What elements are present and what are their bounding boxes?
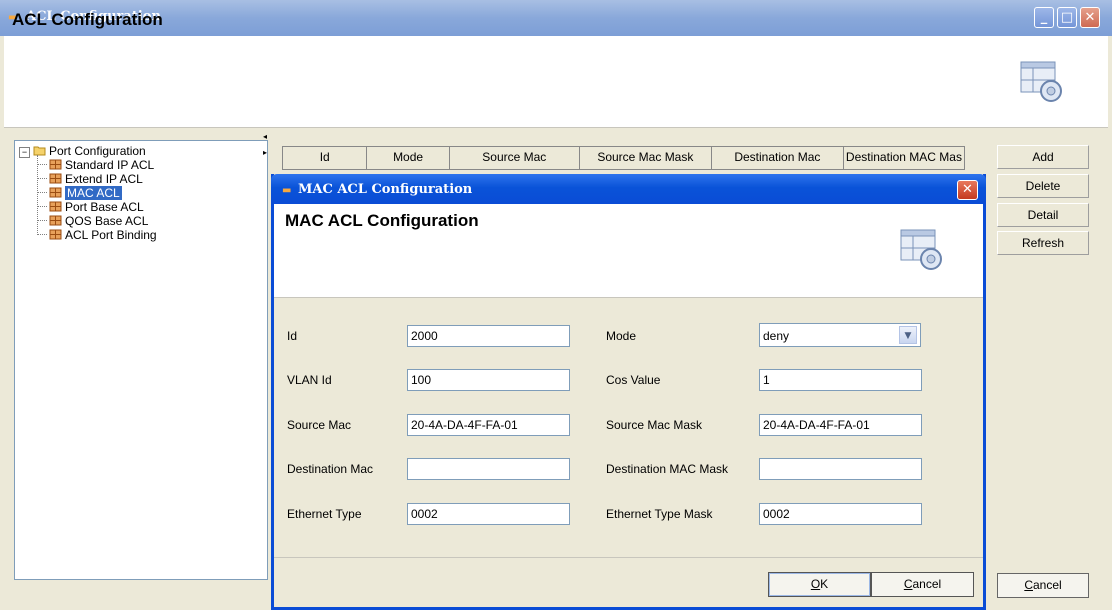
tree-connector bbox=[37, 206, 47, 207]
ok-mnemonic: O bbox=[810, 577, 821, 591]
tree-connector bbox=[37, 220, 47, 221]
tree-vertical-connector bbox=[37, 155, 38, 235]
tree-item-label: MAC ACL bbox=[65, 186, 122, 200]
collapse-icon[interactable]: − bbox=[19, 147, 30, 158]
tree-item-label: Extend IP ACL bbox=[65, 172, 143, 186]
refresh-button[interactable]: Refresh bbox=[997, 231, 1089, 255]
dialog-cancel-label: ancel bbox=[912, 577, 942, 591]
minimize-icon[interactable]: _ bbox=[1034, 7, 1054, 28]
delete-button[interactable]: Delete bbox=[997, 174, 1089, 198]
cancel-button[interactable]: Cancel bbox=[997, 573, 1089, 598]
tree-item-label: ACL Port Binding bbox=[65, 228, 157, 242]
id-input[interactable] bbox=[411, 326, 566, 346]
id-field[interactable] bbox=[407, 325, 570, 347]
dialog-app-icon: ▬ bbox=[282, 185, 292, 196]
ok-label: K bbox=[820, 577, 829, 591]
page-title: ACL Configuration bbox=[12, 10, 163, 29]
ethernet-type-mask-field[interactable] bbox=[759, 503, 922, 525]
cos-value-input[interactable] bbox=[763, 370, 918, 390]
source-mac-mask-label: Source Mac Mask bbox=[606, 418, 703, 432]
tree-connector bbox=[37, 234, 47, 235]
mode-label: Mode bbox=[606, 329, 637, 343]
tree-connector bbox=[37, 178, 47, 179]
ethernet-type-mask-label: Ethernet Type Mask bbox=[606, 507, 713, 521]
table-header-row: Id Mode Source Mac Source Mac Mask Destinati… bbox=[282, 146, 965, 170]
column-header[interactable]: Mode bbox=[367, 147, 450, 169]
source-mac-input[interactable] bbox=[411, 415, 566, 435]
destination-mac-mask-field[interactable] bbox=[759, 458, 922, 480]
tree-item[interactable]: Port Base ACL bbox=[37, 200, 144, 214]
tree-item[interactable]: Extend IP ACL bbox=[37, 172, 143, 186]
column-header[interactable]: Source Mac Mask bbox=[580, 147, 712, 169]
ethernet-type-mask-input[interactable] bbox=[763, 504, 918, 524]
close-window-icon[interactable]: ✕ bbox=[1080, 7, 1100, 28]
tree-item-label: Standard IP ACL bbox=[65, 158, 155, 172]
chevron-down-icon[interactable]: ▼ bbox=[899, 326, 917, 344]
detail-button[interactable]: Detail bbox=[997, 203, 1089, 227]
port-configuration-tree[interactable]: − Port Configuration Standard IP ACL Exten… bbox=[14, 140, 268, 580]
source-mac-mask-field[interactable] bbox=[759, 414, 922, 436]
splitter-arrow-up-icon[interactable]: ◂ bbox=[263, 133, 269, 141]
source-mac-mask-input[interactable] bbox=[763, 415, 918, 435]
acl-node-icon bbox=[49, 159, 62, 170]
destination-mac-field[interactable] bbox=[407, 458, 570, 480]
column-header[interactable]: Destination Mac bbox=[712, 147, 844, 169]
destination-mac-label: Destination Mac bbox=[287, 462, 374, 476]
column-header[interactable]: Source Mac bbox=[450, 147, 580, 169]
tree-root-label: Port Configuration bbox=[49, 144, 146, 158]
folder-icon bbox=[33, 146, 46, 156]
header-panel bbox=[4, 36, 1108, 128]
ethernet-type-field[interactable] bbox=[407, 503, 570, 525]
source-mac-field[interactable] bbox=[407, 414, 570, 436]
tree-root-port-configuration[interactable]: − Port Configuration bbox=[19, 144, 146, 158]
vlan-id-input[interactable] bbox=[411, 370, 566, 390]
window-title-bar[interactable] bbox=[0, 0, 1112, 36]
tree-item[interactable]: ACL Port Binding bbox=[37, 228, 157, 242]
dialog-configuration-icon bbox=[900, 229, 942, 270]
column-header[interactable]: Destination MAC Mas bbox=[844, 147, 964, 169]
cos-value-field[interactable] bbox=[759, 369, 922, 391]
acl-node-icon bbox=[49, 187, 62, 198]
tree-item[interactable]: MAC ACL bbox=[37, 186, 122, 200]
tree-item-label: Port Base ACL bbox=[65, 200, 144, 214]
acl-node-icon bbox=[49, 229, 62, 240]
vlan-id-label: VLAN Id bbox=[287, 373, 332, 387]
tree-connector bbox=[37, 192, 47, 193]
dialog-separator bbox=[274, 557, 983, 558]
acl-node-icon bbox=[49, 215, 62, 226]
maximize-icon[interactable]: □ bbox=[1057, 7, 1077, 28]
acl-node-icon bbox=[49, 201, 62, 212]
cancel-mnemonic: C bbox=[1024, 578, 1033, 592]
id-label: Id bbox=[287, 329, 298, 343]
column-header[interactable]: Id bbox=[283, 147, 368, 169]
vlan-id-field[interactable] bbox=[407, 369, 570, 391]
splitter-arrow-down-icon[interactable]: ▸ bbox=[263, 149, 269, 157]
tree-connector bbox=[37, 164, 47, 165]
tree-item-label: QOS Base ACL bbox=[65, 214, 149, 228]
add-button[interactable]: Add bbox=[997, 145, 1089, 169]
ethernet-type-label: Ethernet Type bbox=[287, 507, 362, 521]
dialog-title: MAC ACL Configuration bbox=[298, 182, 473, 197]
ethernet-type-input[interactable] bbox=[411, 504, 566, 524]
dialog-heading: MAC ACL Configuration bbox=[285, 211, 479, 230]
tree-item[interactable]: Standard IP ACL bbox=[37, 158, 154, 172]
source-mac-label: Source Mac bbox=[287, 418, 352, 432]
configuration-window-icon bbox=[1020, 61, 1062, 102]
cancel-label: ancel bbox=[1032, 578, 1062, 592]
cos-value-label: Cos Value bbox=[606, 373, 661, 387]
dialog-close-icon[interactable]: ✕ bbox=[957, 180, 978, 200]
acl-node-icon bbox=[49, 173, 62, 184]
mode-selected-value: deny bbox=[763, 329, 790, 343]
ok-button[interactable]: OK bbox=[768, 572, 871, 597]
destination-mac-input[interactable] bbox=[411, 459, 566, 479]
dialog-cancel-button[interactable]: Cancel bbox=[871, 572, 974, 597]
destination-mac-mask-input[interactable] bbox=[763, 459, 918, 479]
destination-mac-mask-label: Destination MAC Mask bbox=[606, 462, 729, 476]
tree-item[interactable]: QOS Base ACL bbox=[37, 214, 148, 228]
